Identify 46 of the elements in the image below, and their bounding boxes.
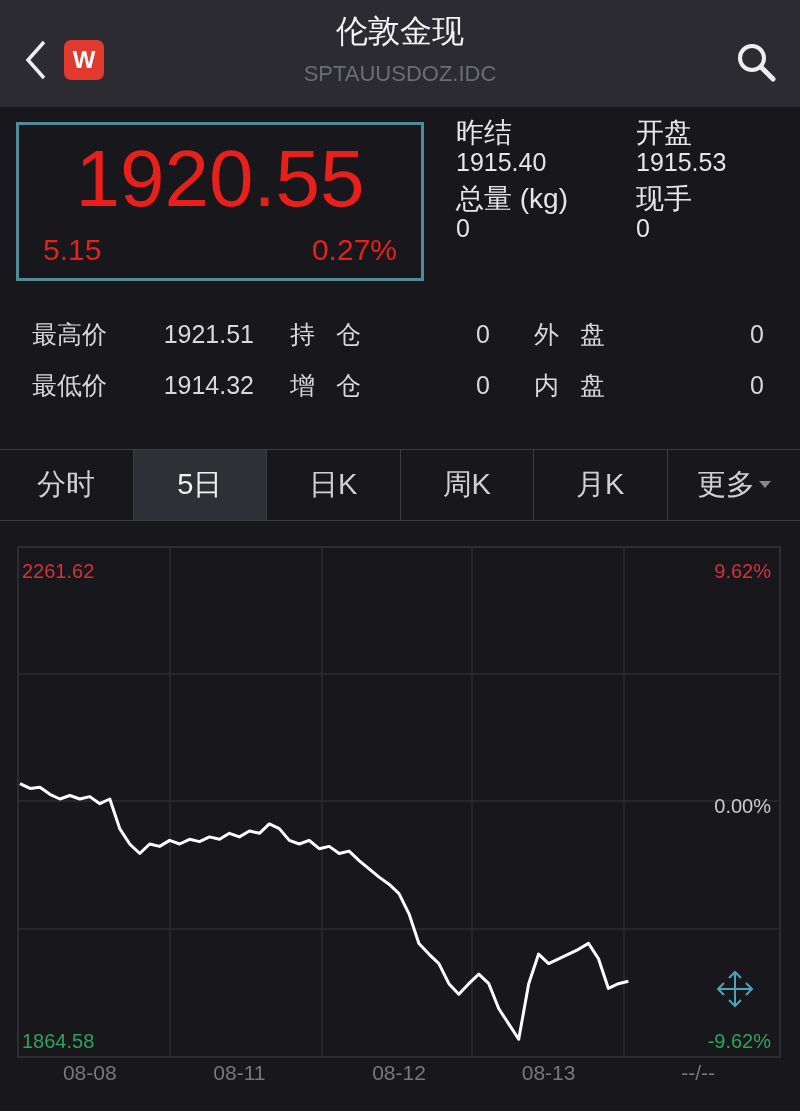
stat-value: 0 — [749, 369, 764, 401]
date-label: --/-- — [681, 1061, 716, 1084]
percent-change: 0.27% — [311, 232, 397, 268]
stat-value: 0 — [475, 369, 490, 401]
stat-label: 增 仓 — [290, 369, 362, 401]
stat-label: 最高价 — [32, 318, 108, 350]
chart-tab[interactable]: 分时 — [0, 450, 134, 520]
axis-label: 0.00% — [714, 795, 771, 817]
stat-label: 内 盘 — [534, 369, 606, 401]
chart-tab[interactable]: 周K — [400, 450, 534, 520]
axis-label: 9.62% — [714, 560, 771, 582]
field-label: 开盘 — [636, 117, 693, 150]
axis-label: 1864.58 — [22, 1030, 95, 1052]
field-value: 0 — [456, 214, 471, 243]
stat-value: 0 — [749, 318, 764, 350]
app-logo[interactable]: W — [64, 40, 104, 80]
date-label: 08-13 — [521, 1061, 576, 1084]
instrument-code: SPTAUUSDOZ.IDC — [302, 60, 498, 89]
search-icon[interactable] — [736, 42, 776, 82]
field-value: 1915.40 — [456, 149, 548, 177]
axis-label: -9.62% — [707, 1030, 771, 1052]
price-change: 5.15 — [43, 232, 102, 268]
field-label: 昨结 — [456, 117, 513, 150]
caret-icon — [758, 481, 771, 489]
expand-icon[interactable] — [716, 970, 754, 1008]
date-label: 08-12 — [372, 1061, 426, 1084]
chart-tab[interactable]: 月K — [534, 450, 668, 520]
stat-value: 1914.32 — [162, 369, 254, 401]
field-label: 现手 — [636, 182, 693, 215]
stat-label: 外 盘 — [534, 318, 606, 350]
chart-tab[interactable]: 更多 — [667, 450, 800, 520]
last-price: 1920.55 — [75, 139, 365, 219]
date-label: 08-11 — [213, 1061, 266, 1084]
field-value: 0 — [636, 214, 651, 243]
axis-label: 2261.62 — [22, 560, 95, 582]
field-value: 1915.53 — [636, 149, 728, 177]
stat-label: 最低价 — [32, 369, 108, 401]
stat-value: 1921.51 — [162, 318, 254, 350]
stat-value: 0 — [475, 318, 490, 350]
date-label: 08-08 — [62, 1061, 117, 1084]
back-icon[interactable] — [24, 40, 48, 80]
page-title: 伦敦金现 — [335, 14, 465, 50]
stat-label: 持 仓 — [290, 318, 362, 350]
field-label: 总量 (kg) — [456, 182, 569, 215]
chart-tab[interactable]: 5日 — [133, 450, 267, 520]
chart-tab[interactable]: 日K — [267, 450, 401, 520]
